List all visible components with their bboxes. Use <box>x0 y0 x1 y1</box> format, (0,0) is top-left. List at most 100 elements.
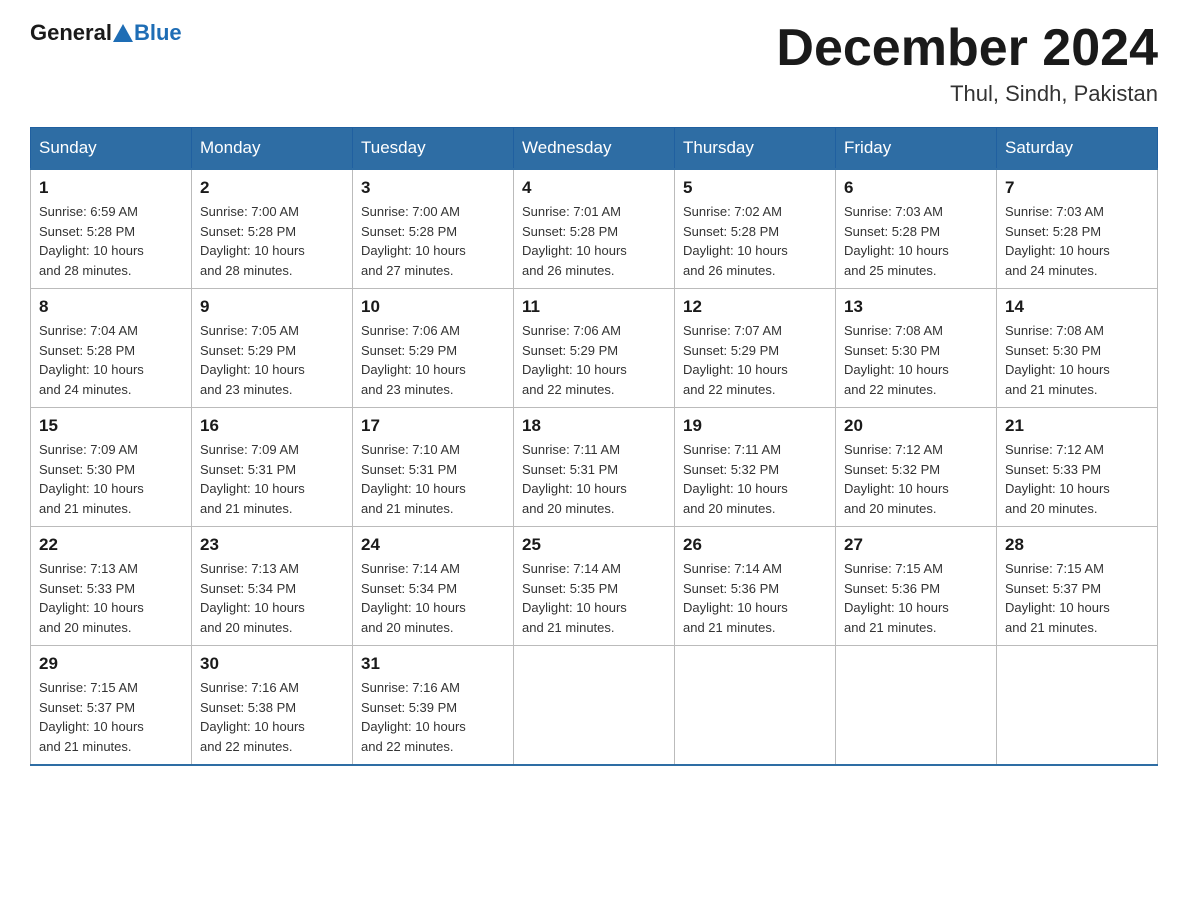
day-info: Sunrise: 7:15 AMSunset: 5:36 PMDaylight:… <box>844 559 988 637</box>
day-info: Sunrise: 7:14 AMSunset: 5:34 PMDaylight:… <box>361 559 505 637</box>
day-number: 2 <box>200 178 344 198</box>
table-row: 18 Sunrise: 7:11 AMSunset: 5:31 PMDaylig… <box>514 408 675 527</box>
table-row: 14 Sunrise: 7:08 AMSunset: 5:30 PMDaylig… <box>997 289 1158 408</box>
table-row: 25 Sunrise: 7:14 AMSunset: 5:35 PMDaylig… <box>514 527 675 646</box>
day-number: 8 <box>39 297 183 317</box>
day-number: 5 <box>683 178 827 198</box>
table-row: 22 Sunrise: 7:13 AMSunset: 5:33 PMDaylig… <box>31 527 192 646</box>
day-info: Sunrise: 7:00 AMSunset: 5:28 PMDaylight:… <box>200 202 344 280</box>
day-number: 16 <box>200 416 344 436</box>
calendar-week-row: 29 Sunrise: 7:15 AMSunset: 5:37 PMDaylig… <box>31 646 1158 766</box>
day-number: 1 <box>39 178 183 198</box>
day-number: 10 <box>361 297 505 317</box>
day-info: Sunrise: 7:12 AMSunset: 5:32 PMDaylight:… <box>844 440 988 518</box>
day-info: Sunrise: 7:02 AMSunset: 5:28 PMDaylight:… <box>683 202 827 280</box>
logo-triangle-icon <box>113 24 133 42</box>
day-number: 19 <box>683 416 827 436</box>
day-number: 11 <box>522 297 666 317</box>
day-info: Sunrise: 7:12 AMSunset: 5:33 PMDaylight:… <box>1005 440 1149 518</box>
day-info: Sunrise: 7:00 AMSunset: 5:28 PMDaylight:… <box>361 202 505 280</box>
table-row: 13 Sunrise: 7:08 AMSunset: 5:30 PMDaylig… <box>836 289 997 408</box>
day-number: 14 <box>1005 297 1149 317</box>
table-row: 30 Sunrise: 7:16 AMSunset: 5:38 PMDaylig… <box>192 646 353 766</box>
table-row: 29 Sunrise: 7:15 AMSunset: 5:37 PMDaylig… <box>31 646 192 766</box>
day-number: 21 <box>1005 416 1149 436</box>
calendar-header-row: Sunday Monday Tuesday Wednesday Thursday… <box>31 128 1158 170</box>
logo-general-text: General <box>30 20 112 46</box>
col-sunday: Sunday <box>31 128 192 170</box>
day-info: Sunrise: 7:11 AMSunset: 5:31 PMDaylight:… <box>522 440 666 518</box>
table-row: 4 Sunrise: 7:01 AMSunset: 5:28 PMDayligh… <box>514 169 675 289</box>
table-row: 11 Sunrise: 7:06 AMSunset: 5:29 PMDaylig… <box>514 289 675 408</box>
day-info: Sunrise: 7:13 AMSunset: 5:33 PMDaylight:… <box>39 559 183 637</box>
table-row: 19 Sunrise: 7:11 AMSunset: 5:32 PMDaylig… <box>675 408 836 527</box>
day-number: 23 <box>200 535 344 555</box>
table-row: 24 Sunrise: 7:14 AMSunset: 5:34 PMDaylig… <box>353 527 514 646</box>
col-monday: Monday <box>192 128 353 170</box>
logo: General Blue <box>30 20 182 46</box>
table-row: 17 Sunrise: 7:10 AMSunset: 5:31 PMDaylig… <box>353 408 514 527</box>
table-row <box>836 646 997 766</box>
table-row: 2 Sunrise: 7:00 AMSunset: 5:28 PMDayligh… <box>192 169 353 289</box>
day-info: Sunrise: 7:10 AMSunset: 5:31 PMDaylight:… <box>361 440 505 518</box>
month-title: December 2024 <box>776 20 1158 77</box>
logo-blue-text: Blue <box>134 20 182 46</box>
calendar-week-row: 1 Sunrise: 6:59 AMSunset: 5:28 PMDayligh… <box>31 169 1158 289</box>
table-row: 15 Sunrise: 7:09 AMSunset: 5:30 PMDaylig… <box>31 408 192 527</box>
calendar-week-row: 15 Sunrise: 7:09 AMSunset: 5:30 PMDaylig… <box>31 408 1158 527</box>
table-row: 16 Sunrise: 7:09 AMSunset: 5:31 PMDaylig… <box>192 408 353 527</box>
table-row: 20 Sunrise: 7:12 AMSunset: 5:32 PMDaylig… <box>836 408 997 527</box>
day-info: Sunrise: 7:16 AMSunset: 5:38 PMDaylight:… <box>200 678 344 756</box>
table-row: 3 Sunrise: 7:00 AMSunset: 5:28 PMDayligh… <box>353 169 514 289</box>
day-number: 28 <box>1005 535 1149 555</box>
day-info: Sunrise: 7:15 AMSunset: 5:37 PMDaylight:… <box>39 678 183 756</box>
table-row: 26 Sunrise: 7:14 AMSunset: 5:36 PMDaylig… <box>675 527 836 646</box>
day-number: 13 <box>844 297 988 317</box>
table-row: 23 Sunrise: 7:13 AMSunset: 5:34 PMDaylig… <box>192 527 353 646</box>
table-row: 1 Sunrise: 6:59 AMSunset: 5:28 PMDayligh… <box>31 169 192 289</box>
table-row <box>514 646 675 766</box>
table-row: 28 Sunrise: 7:15 AMSunset: 5:37 PMDaylig… <box>997 527 1158 646</box>
col-tuesday: Tuesday <box>353 128 514 170</box>
day-info: Sunrise: 7:14 AMSunset: 5:35 PMDaylight:… <box>522 559 666 637</box>
day-info: Sunrise: 7:03 AMSunset: 5:28 PMDaylight:… <box>1005 202 1149 280</box>
table-row: 9 Sunrise: 7:05 AMSunset: 5:29 PMDayligh… <box>192 289 353 408</box>
day-info: Sunrise: 7:08 AMSunset: 5:30 PMDaylight:… <box>1005 321 1149 399</box>
day-info: Sunrise: 7:11 AMSunset: 5:32 PMDaylight:… <box>683 440 827 518</box>
day-info: Sunrise: 7:09 AMSunset: 5:31 PMDaylight:… <box>200 440 344 518</box>
day-info: Sunrise: 6:59 AMSunset: 5:28 PMDaylight:… <box>39 202 183 280</box>
day-number: 30 <box>200 654 344 674</box>
day-info: Sunrise: 7:06 AMSunset: 5:29 PMDaylight:… <box>361 321 505 399</box>
title-block: December 2024 Thul, Sindh, Pakistan <box>776 20 1158 107</box>
day-number: 17 <box>361 416 505 436</box>
day-number: 7 <box>1005 178 1149 198</box>
day-info: Sunrise: 7:01 AMSunset: 5:28 PMDaylight:… <box>522 202 666 280</box>
table-row: 12 Sunrise: 7:07 AMSunset: 5:29 PMDaylig… <box>675 289 836 408</box>
table-row: 6 Sunrise: 7:03 AMSunset: 5:28 PMDayligh… <box>836 169 997 289</box>
day-number: 27 <box>844 535 988 555</box>
day-info: Sunrise: 7:04 AMSunset: 5:28 PMDaylight:… <box>39 321 183 399</box>
table-row: 5 Sunrise: 7:02 AMSunset: 5:28 PMDayligh… <box>675 169 836 289</box>
day-info: Sunrise: 7:14 AMSunset: 5:36 PMDaylight:… <box>683 559 827 637</box>
day-number: 26 <box>683 535 827 555</box>
day-info: Sunrise: 7:03 AMSunset: 5:28 PMDaylight:… <box>844 202 988 280</box>
table-row: 8 Sunrise: 7:04 AMSunset: 5:28 PMDayligh… <box>31 289 192 408</box>
day-info: Sunrise: 7:08 AMSunset: 5:30 PMDaylight:… <box>844 321 988 399</box>
col-thursday: Thursday <box>675 128 836 170</box>
day-info: Sunrise: 7:16 AMSunset: 5:39 PMDaylight:… <box>361 678 505 756</box>
table-row: 7 Sunrise: 7:03 AMSunset: 5:28 PMDayligh… <box>997 169 1158 289</box>
day-info: Sunrise: 7:09 AMSunset: 5:30 PMDaylight:… <box>39 440 183 518</box>
day-number: 3 <box>361 178 505 198</box>
day-number: 25 <box>522 535 666 555</box>
day-number: 24 <box>361 535 505 555</box>
day-info: Sunrise: 7:15 AMSunset: 5:37 PMDaylight:… <box>1005 559 1149 637</box>
day-number: 9 <box>200 297 344 317</box>
day-number: 22 <box>39 535 183 555</box>
day-info: Sunrise: 7:05 AMSunset: 5:29 PMDaylight:… <box>200 321 344 399</box>
table-row: 31 Sunrise: 7:16 AMSunset: 5:39 PMDaylig… <box>353 646 514 766</box>
table-row: 10 Sunrise: 7:06 AMSunset: 5:29 PMDaylig… <box>353 289 514 408</box>
day-number: 15 <box>39 416 183 436</box>
table-row: 21 Sunrise: 7:12 AMSunset: 5:33 PMDaylig… <box>997 408 1158 527</box>
calendar-week-row: 22 Sunrise: 7:13 AMSunset: 5:33 PMDaylig… <box>31 527 1158 646</box>
day-number: 31 <box>361 654 505 674</box>
